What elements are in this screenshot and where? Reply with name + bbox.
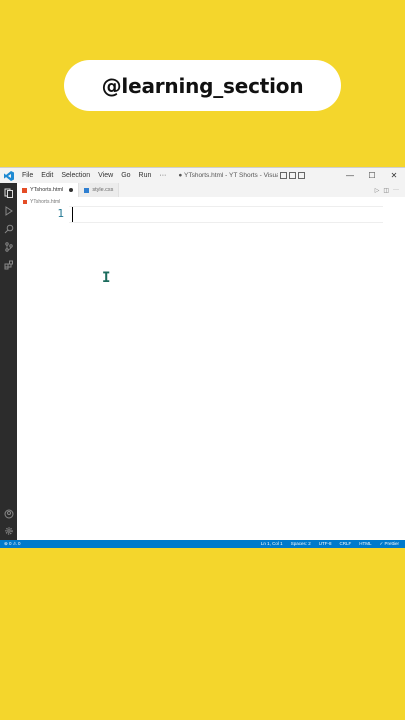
explorer-icon[interactable]	[3, 187, 14, 198]
vscode-window: File Edit Selection View Go Run ··· ● YT…	[0, 167, 405, 548]
tab-ytshorts-html[interactable]: YTshorts.html	[17, 183, 80, 197]
toggle-panel-icon[interactable]	[289, 172, 297, 179]
code-editor[interactable]: 1 I	[17, 206, 405, 540]
tab-style-css[interactable]: style.css	[79, 183, 120, 197]
source-control-icon[interactable]	[3, 241, 14, 252]
toggle-sidebar-icon[interactable]	[280, 172, 288, 179]
line-ending[interactable]: CRLF	[339, 541, 351, 547]
current-line-highlight	[69, 206, 383, 223]
search-icon[interactable]	[3, 223, 14, 234]
menu-view[interactable]: View	[94, 172, 117, 179]
window-controls: — ☐ ✕	[339, 171, 405, 180]
window-title: ● YTshorts.html - YT Shorts - Visual...	[178, 172, 279, 179]
title-bar: File Edit Selection View Go Run ··· ● YT…	[0, 168, 405, 183]
minimize-button[interactable]: —	[339, 171, 361, 180]
channel-handle-banner: @learning_section	[64, 60, 341, 111]
line-number: 1	[57, 207, 64, 220]
breadcrumb-file[interactable]: YTshorts.html	[30, 199, 60, 205]
menu-run[interactable]: Run	[135, 172, 156, 179]
unsaved-dot-icon[interactable]	[69, 188, 74, 192]
extensions-icon[interactable]	[3, 259, 14, 270]
language-mode[interactable]: HTML	[359, 541, 371, 547]
tab-label: style.css	[92, 187, 114, 193]
maximize-button[interactable]: ☐	[361, 171, 383, 180]
layout-controls	[280, 172, 306, 179]
encoding[interactable]: UTF-8	[319, 541, 332, 547]
run-debug-icon[interactable]	[3, 205, 14, 216]
indentation[interactable]: Spaces: 2	[291, 541, 311, 547]
breadcrumb: YTshorts.html	[17, 197, 405, 206]
cursor-position[interactable]: Ln 1, Col 1	[261, 541, 283, 547]
html-file-icon	[22, 187, 27, 193]
menu-go[interactable]: Go	[117, 172, 134, 179]
split-editor-icon[interactable]: ◫	[383, 187, 389, 194]
channel-handle: @learning_section	[101, 73, 304, 98]
close-button[interactable]: ✕	[383, 171, 405, 180]
menu-file[interactable]: File	[18, 172, 37, 179]
menu-selection[interactable]: Selection	[57, 172, 94, 179]
prettier-status[interactable]: ✓ Prettier	[379, 541, 399, 547]
menu-edit[interactable]: Edit	[37, 172, 57, 179]
tab-actions: ▷ ◫ ···	[375, 183, 405, 197]
settings-gear-icon[interactable]	[3, 525, 14, 536]
ibeam-cursor-icon: I	[102, 270, 111, 286]
toggle-secondary-sidebar-icon[interactable]	[298, 172, 306, 179]
vscode-logo-icon	[0, 168, 18, 183]
status-bar: ⊗ 0 ⚠ 0 Ln 1, Col 1 Spaces: 2 UTF-8 CRLF…	[0, 540, 405, 548]
html-file-icon	[23, 199, 27, 204]
tab-label: YTshorts.html	[30, 187, 64, 193]
problems-indicator[interactable]: ⊗ 0 ⚠ 0	[4, 541, 21, 547]
account-icon[interactable]	[3, 508, 14, 519]
text-caret	[72, 207, 73, 222]
more-actions-icon[interactable]: ···	[393, 187, 399, 193]
run-file-icon[interactable]: ▷	[375, 187, 380, 194]
css-file-icon	[84, 187, 90, 193]
editor-tabs: YTshorts.html style.css ▷ ◫ ···	[17, 183, 405, 197]
activity-bar	[0, 183, 17, 540]
menu-more[interactable]: ···	[155, 172, 170, 179]
